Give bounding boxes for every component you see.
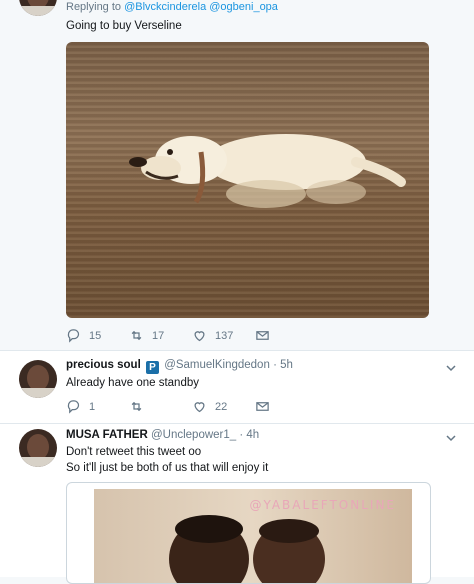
- chevron-down-icon[interactable]: [446, 363, 456, 373]
- handle[interactable]: @Unclepower1_: [151, 429, 236, 441]
- tweet-actions: 15 17 137: [66, 328, 326, 346]
- like-icon: [194, 402, 205, 413]
- tweet-actions: 1 22: [66, 399, 326, 417]
- reply-icon: [67, 329, 80, 343]
- tweet-text-line-2: So it'll just be both of us that will en…: [66, 462, 269, 474]
- tweet-media-card[interactable]: @YABALEFTONLINE: [66, 482, 431, 584]
- avatar[interactable]: [19, 429, 57, 467]
- reply-count: 1: [89, 400, 96, 413]
- tweet-1[interactable]: Replying to @Blvckcinderela @ogbeni_opa …: [0, 0, 474, 350]
- tweet-text: Already have one standby: [66, 377, 199, 389]
- tweet-text: Going to buy Verseline: [66, 20, 182, 32]
- timestamp[interactable]: · 5h: [273, 359, 293, 371]
- display-name[interactable]: MUSA FATHER: [66, 429, 148, 441]
- dog-running-photo[interactable]: [66, 42, 429, 318]
- retweet-icon: [131, 330, 142, 341]
- handle[interactable]: @SamuelKingdedon: [164, 359, 270, 371]
- author-row: MUSA FATHER @Unclepower1_ · 4h: [66, 429, 259, 441]
- like-button[interactable]: 137: [192, 328, 233, 343]
- like-count: 137: [215, 329, 234, 342]
- display-name[interactable]: precious soul: [66, 359, 141, 371]
- reply-button[interactable]: 1: [66, 399, 95, 414]
- tweet-text-line-1: Don't retweet this tweet oo: [66, 446, 202, 458]
- kids-photo[interactable]: @YABALEFTONLINE: [94, 489, 412, 583]
- like-button[interactable]: 22: [192, 399, 227, 414]
- retweet-button[interactable]: 17: [129, 328, 164, 343]
- message-icon: [256, 402, 269, 411]
- reply-button[interactable]: 15: [66, 328, 101, 343]
- like-icon: [194, 331, 205, 342]
- retweet-button[interactable]: [129, 399, 144, 414]
- retweet-count: 17: [152, 329, 165, 342]
- like-count: 22: [215, 400, 228, 413]
- message-button[interactable]: [255, 399, 270, 414]
- message-icon: [256, 331, 269, 340]
- author-row: precious soul P @SamuelKingdedon · 5h: [66, 359, 293, 374]
- timestamp[interactable]: · 4h: [239, 429, 259, 441]
- retweet-icon: [131, 401, 142, 412]
- watermark: @YABALEFTONLINE: [249, 498, 396, 512]
- avatar[interactable]: [19, 0, 57, 16]
- reply-handles-link[interactable]: @Blvckcinderela @ogbeni_opa: [124, 1, 278, 13]
- avatar[interactable]: [19, 360, 57, 398]
- replying-to: Replying to @Blvckcinderela @ogbeni_opa: [66, 1, 278, 13]
- message-button[interactable]: [255, 328, 270, 343]
- tweet-2[interactable]: precious soul P @SamuelKingdedon · 5h Al…: [0, 351, 474, 423]
- badge-icon: P: [145, 361, 159, 374]
- reply-prefix: Replying to: [66, 1, 122, 13]
- chevron-down-icon[interactable]: [446, 433, 456, 443]
- reply-icon: [67, 400, 80, 414]
- reply-count: 15: [89, 329, 102, 342]
